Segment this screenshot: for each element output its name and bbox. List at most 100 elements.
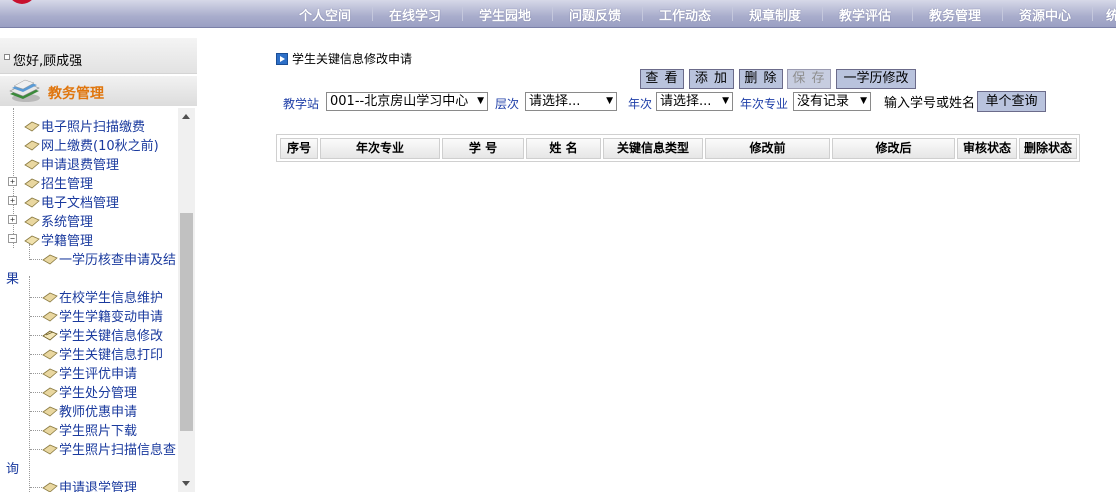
page-icon [42, 368, 58, 379]
delete-button[interactable]: 删 除 [739, 69, 783, 89]
page-icon [42, 425, 58, 436]
page-icon [42, 292, 58, 303]
column-header[interactable]: 姓 名 [526, 138, 601, 159]
folder-icon [24, 216, 40, 227]
column-header[interactable]: 序号 [280, 138, 318, 159]
tree-item-withdrawal[interactable]: 申请退学管理 [42, 477, 137, 492]
tree-scrollbar[interactable] [178, 108, 195, 492]
tree-item-label: 学生处分管理 [59, 386, 138, 401]
column-header[interactable]: 关键信息类型 [603, 138, 703, 159]
page-icon [42, 406, 58, 417]
column-header[interactable]: 删除状态 [1019, 138, 1077, 159]
tree-item-student-info-maintenance[interactable]: 在校学生信息维护 [42, 287, 163, 306]
tree-item-label: 电子文档管理 [41, 196, 120, 211]
tree-item-label: 学生学籍变动申请 [59, 310, 164, 325]
tree-item-system[interactable]: 系统管理 [24, 211, 93, 230]
tree-item-label: 学生照片下载 [59, 424, 138, 439]
nav-work-news[interactable]: 工作动态 [659, 5, 711, 24]
nav-separator [912, 7, 913, 21]
tree-item-enrollment[interactable]: 招生管理 [24, 173, 93, 192]
tree-item-online-payment[interactable]: 网上缴费(10秋之前) [24, 135, 159, 154]
year-major-select-value: 没有记录 [797, 94, 850, 109]
nav-more[interactable]: 统 [1106, 5, 1116, 24]
expand-toggle[interactable]: + [8, 177, 17, 186]
nav-feedback[interactable]: 问题反馈 [569, 5, 621, 24]
nav-resource-center[interactable]: 资源中心 [1019, 5, 1071, 24]
column-header[interactable]: 年次专业 [320, 138, 440, 159]
dropdown-arrow-icon: ▼ [477, 96, 484, 106]
save-button[interactable]: 保 存 [787, 69, 831, 89]
tree-item-label: 一学历核查申请及结 [59, 253, 177, 268]
scroll-down-button[interactable] [178, 475, 195, 492]
single-query-button[interactable]: 单个查询 [977, 91, 1046, 112]
year-major-select[interactable]: 没有记录 ▼ [793, 92, 871, 111]
tree-item-student-records[interactable]: 学籍管理 [24, 230, 93, 249]
column-header[interactable]: 修改前 [705, 138, 830, 159]
tree-item-label: 学生关键信息修改 [59, 329, 164, 344]
nav-academic-affairs[interactable]: 教务管理 [929, 5, 981, 24]
page-icon [42, 311, 58, 322]
level-select[interactable]: 请选择... ▼ [525, 92, 617, 111]
records-table: 序号 年次专业 学 号 姓 名 关键信息类型 修改前 修改后 审核状态 删除状态 [276, 134, 1080, 162]
add-button[interactable]: 添 加 [689, 69, 734, 89]
tree-item-discipline[interactable]: 学生处分管理 [42, 382, 137, 401]
station-label: 教学站 [283, 97, 320, 111]
tree-item-teacher-discount[interactable]: 教师优惠申请 [42, 401, 137, 420]
tree-item-photo-scan-query[interactable]: 学生照片扫描信息查 [42, 439, 176, 458]
tree-guide [30, 487, 42, 488]
tree-guide [29, 276, 30, 492]
level-label: 层次 [495, 97, 520, 111]
nav-separator [372, 7, 373, 21]
tree-item-key-info-print[interactable]: 学生关键信息打印 [42, 344, 163, 363]
column-header[interactable]: 审核状态 [957, 138, 1017, 159]
tree-item-label: 在校学生信息维护 [59, 291, 164, 306]
nav-separator [462, 7, 463, 21]
page-icon [42, 482, 58, 492]
nav-teaching-evaluation[interactable]: 教学评估 [839, 5, 891, 24]
top-nav-bar: 个人空间 在线学习 学生园地 问题反馈 工作动态 规章制度 教学评估 教务管理 … [0, 0, 1116, 28]
nav-student-garden[interactable]: 学生园地 [479, 5, 531, 24]
nav-regulations[interactable]: 规章制度 [749, 5, 801, 24]
year-major-label: 年次专业 [740, 97, 789, 111]
tree-item-label-wrap: 询 [6, 462, 20, 477]
tree-item-e-documents[interactable]: 电子文档管理 [24, 192, 119, 211]
tree-item-refund-management[interactable]: 申请退费管理 [24, 154, 119, 173]
scroll-thumb[interactable] [180, 213, 193, 431]
folder-icon [24, 159, 40, 170]
year-select[interactable]: 请选择... ▼ [656, 92, 733, 111]
arrow-right-icon [276, 53, 288, 65]
nav-separator [1002, 7, 1003, 21]
tree-item-status-change[interactable]: 学生学籍变动申请 [42, 306, 163, 325]
year-label: 年次 [628, 97, 653, 111]
greeting-bar: 您好,顾成强 [0, 38, 197, 74]
tree-item-edu-verification[interactable]: 一学历核查申请及结 [42, 249, 176, 268]
view-button[interactable]: 查 看 [640, 69, 684, 89]
collapse-toggle[interactable]: − [8, 234, 17, 243]
nav-online-learning[interactable]: 在线学习 [389, 5, 441, 24]
tree-item-label-wrap: 果 [6, 272, 20, 287]
tree-item-key-info-modify[interactable]: 学生关键信息修改 [42, 325, 163, 344]
module-header: 教务管理 [0, 76, 197, 106]
dropdown-arrow-icon: ▼ [606, 96, 613, 106]
dropdown-arrow-icon: ▼ [860, 96, 867, 106]
tree-item-label: 网上缴费(10秋之前) [41, 139, 159, 154]
page-open-icon [42, 330, 58, 341]
station-select[interactable]: 001--北京房山学习中心 ▼ [326, 92, 488, 111]
tree-guide [30, 411, 42, 412]
tree-item-label: 学生评优申请 [59, 367, 138, 382]
tree-item-award-application[interactable]: 学生评优申请 [42, 363, 137, 382]
tree-guide [30, 373, 42, 374]
dropdown-arrow-icon: ▼ [722, 96, 729, 106]
edu-modify-button[interactable]: 一学历修改 [836, 69, 916, 89]
scroll-up-button[interactable] [178, 108, 195, 125]
nav-tree: 电子照片扫描缴费 网上缴费(10秋之前) 申请退费管理 + 招生管理 + 电子文… [0, 108, 178, 492]
page-title: 学生关键信息修改申请 [292, 52, 413, 66]
tree-item-label: 学籍管理 [41, 234, 94, 249]
nav-personal-space[interactable]: 个人空间 [299, 5, 351, 24]
expand-toggle[interactable]: + [8, 215, 17, 224]
column-header[interactable]: 学 号 [442, 138, 524, 159]
expand-toggle[interactable]: + [8, 196, 17, 205]
tree-item-photo-scan-fee[interactable]: 电子照片扫描缴费 [24, 116, 145, 135]
tree-item-photo-download[interactable]: 学生照片下载 [42, 420, 137, 439]
column-header[interactable]: 修改后 [832, 138, 955, 159]
